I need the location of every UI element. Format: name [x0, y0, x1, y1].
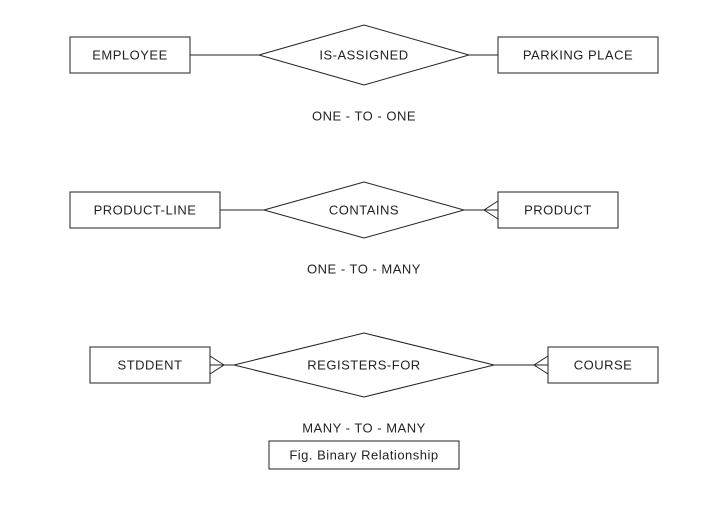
entity-right-0-label: PARKING PLACE — [523, 47, 633, 62]
entity-right-2-label: COURSE — [574, 357, 633, 372]
entity-left-2-label: STDDENT — [118, 357, 183, 372]
crows-foot-left-2 — [210, 356, 224, 374]
relationship-2-label: REGISTERS-FOR — [307, 357, 420, 372]
entity-right-1-label: PRODUCT — [524, 202, 592, 217]
cardinality-label-0: ONE - TO - ONE — [312, 108, 416, 123]
entity-left-1-label: PRODUCT-LINE — [94, 202, 197, 217]
crows-foot-right-1 — [484, 201, 498, 219]
cardinality-label-2: MANY - TO - MANY — [302, 420, 426, 435]
cardinality-label-1: ONE - TO - MANY — [307, 261, 421, 276]
entity-left-0-label: EMPLOYEE — [92, 47, 168, 62]
relationship-1-label: CONTAINS — [329, 202, 399, 217]
er-diagram: EMPLOYEE PARKING PLACE IS-ASSIGNED ONE - TO… — [0, 0, 728, 506]
crows-foot-right-2 — [534, 356, 548, 374]
figure-caption-label: Fig. Binary Relationship — [289, 447, 438, 462]
relationship-0-label: IS-ASSIGNED — [319, 47, 408, 62]
